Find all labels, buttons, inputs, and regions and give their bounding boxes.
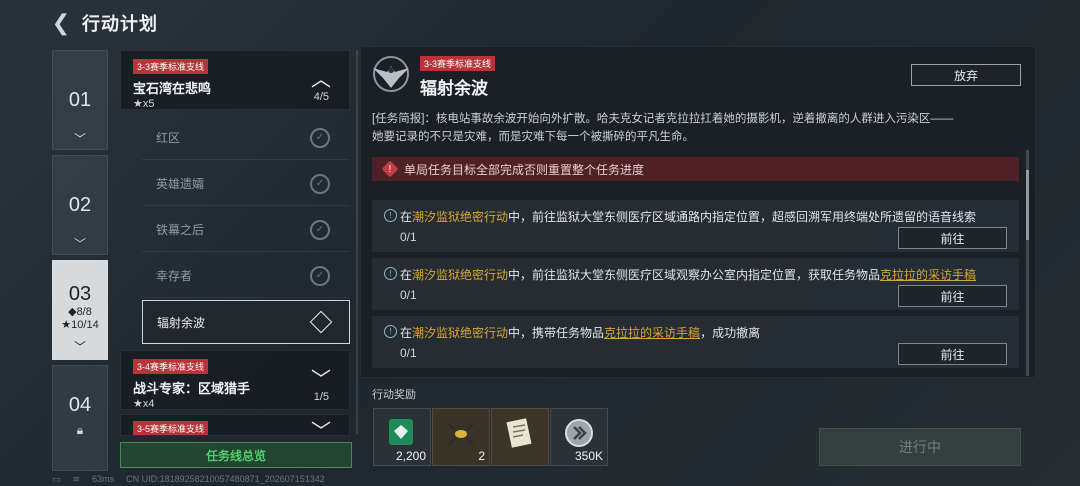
- info-icon: !: [384, 209, 397, 222]
- mission-brief: [任务简报]：核电站事故余波开始向外扩散。哈夫克女记者克拉拉扛着她的摄影机，逆着…: [372, 110, 1022, 146]
- in-progress-button: 进行中: [819, 428, 1021, 466]
- mission-tag: 3-5赛季标准支线: [133, 421, 209, 435]
- task-text: 在潮汐监狱绝密行动中，前往监狱大堂东侧医疗区域通路内指定位置，超感回溯军用终端处…: [400, 208, 976, 225]
- task-row: ! 在潮汐监狱绝密行动中，前往监狱大堂东侧医疗区域通路内指定位置，超感回溯军用终…: [372, 200, 1019, 252]
- reward-slot[interactable]: 2: [432, 408, 490, 466]
- reward-count: 350K: [574, 449, 603, 463]
- task-row: ! 在潮汐监狱绝密行动中，前往监狱大堂东侧医疗区域观察办公室内指定位置，获取任务…: [372, 258, 1019, 310]
- battery-icon: ▭: [52, 474, 61, 484]
- reward-slot[interactable]: 2,200: [373, 408, 431, 466]
- mission-overview-button[interactable]: 任务线总览: [120, 442, 352, 468]
- task-text-body: 中，前往监狱大堂东侧医疗区域通路内指定位置，超感回溯军用终端处所遗留的语音线索: [508, 210, 977, 224]
- task-text-suffix: ，成功撤离: [700, 326, 761, 340]
- mission-progress: 4/5: [313, 91, 329, 103]
- chevron-down-icon: ﹀: [73, 132, 86, 146]
- season-number: 03: [68, 283, 92, 305]
- season-tab-02[interactable]: 02 ﹀: [52, 155, 108, 255]
- task-text-prefix: 在: [400, 268, 413, 282]
- reward-slot[interactable]: 350K: [550, 408, 608, 466]
- season-tab-03[interactable]: 03 ◆8/8 ★10/14 ﹀: [52, 260, 108, 360]
- go-button[interactable]: 前往: [898, 343, 1007, 365]
- reward-count: 2,200: [395, 449, 426, 463]
- medal-check-icon: ✓: [310, 219, 330, 240]
- task-text-prefix: 在: [400, 210, 413, 224]
- document-icon: [504, 417, 534, 456]
- medal-check-icon: ✓: [310, 127, 330, 148]
- subtask-label: 幸存者: [156, 269, 193, 283]
- mission-tag: 3-4赛季标准支线: [133, 359, 209, 374]
- subtask-item[interactable]: 铁幕之后 ✓: [142, 208, 350, 252]
- reward-count: 2: [478, 449, 485, 463]
- chevron-down-icon: ﹀: [311, 421, 331, 436]
- status-bar: ▭ ≋ 63ms CN UID:18189258210057480871_202…: [52, 474, 325, 485]
- mission-card-3[interactable]: 3-5赛季标准支线 ﹀: [120, 414, 350, 436]
- warning-text: 单局任务目标全部完成否则重置整个任务进度: [404, 162, 645, 177]
- target-diamond-icon: [309, 310, 333, 334]
- subtask-item[interactable]: 英雄遗孀 ✓: [142, 162, 350, 206]
- mission-card-2[interactable]: 3-4赛季标准支线 战斗专家：区域猎手 ★x4 ﹀ 1/5: [120, 350, 350, 410]
- subtask-label: 英雄遗孀: [156, 177, 205, 191]
- list-scrollbar[interactable]: [356, 50, 358, 434]
- subtask-label: 辐射余波: [157, 315, 206, 330]
- task-item-link[interactable]: 克拉拉的采访手稿: [880, 268, 976, 282]
- ping-text: 63ms: [92, 474, 115, 484]
- chevron-up-icon: ︿: [311, 69, 331, 91]
- task-text-body: 中，前往监狱大堂东侧医疗区域观察办公室内指定位置，获取任务物品: [508, 268, 881, 282]
- task-text-body: 中，携带任务物品: [508, 326, 605, 340]
- task-location: 潮汐监狱绝密行动: [412, 326, 509, 340]
- page-title: 行动计划: [82, 14, 158, 34]
- season-number: 04: [68, 394, 92, 416]
- rewards-label: 行动奖励: [372, 389, 416, 401]
- go-button[interactable]: 前往: [898, 227, 1007, 249]
- subtask-item-selected[interactable]: 辐射余波: [142, 300, 350, 344]
- brief-line: 她要记录的不只是灾难，而是灾难下每一个被撕碎的平凡生命。: [372, 131, 694, 143]
- reset-warning: ! 单局任务目标全部完成否则重置整个任务进度: [372, 157, 1019, 181]
- task-row: ! 在潮汐监狱绝密行动中，携带任务物品克拉拉的采访手稿，成功撤离 0/1 前往: [372, 316, 1019, 368]
- subtask-item[interactable]: 幸存者 ✓: [142, 254, 350, 298]
- reward-slot[interactable]: [491, 408, 549, 466]
- go-button[interactable]: 前往: [898, 285, 1007, 307]
- medal-check-icon: ✓: [310, 173, 330, 194]
- detail-scrollbar-thumb[interactable]: [1026, 170, 1029, 240]
- uid-text: CN UID:18189258210057480871_202607151342: [126, 474, 325, 484]
- chevron-down-icon: ﹀: [73, 237, 86, 251]
- season-number: 01: [68, 89, 92, 111]
- mission-progress: 1/5: [313, 391, 329, 403]
- warning-icon: !: [381, 160, 399, 178]
- info-icon: !: [384, 267, 397, 280]
- task-location: 潮汐监狱绝密行动: [412, 210, 509, 224]
- task-text: 在潮汐监狱绝密行动中，前往监狱大堂东侧医疗区域观察办公室内指定位置，获取任务物品…: [400, 266, 976, 283]
- insect-icon: [445, 417, 477, 454]
- wifi-icon: ≋: [72, 474, 81, 484]
- chevron-down-icon: ﹀: [311, 369, 331, 391]
- chevron-down-icon: ﹀: [73, 340, 86, 354]
- detail-tag: 3-3赛季标准支线: [420, 56, 496, 71]
- subtask-label: 红区: [156, 131, 181, 145]
- season-number: 02: [68, 194, 92, 216]
- subtask-label: 铁幕之后: [156, 223, 205, 237]
- abandon-button[interactable]: 放弃: [911, 64, 1021, 86]
- info-icon: !: [384, 325, 397, 338]
- lock-icon: 🔒︎: [76, 423, 84, 437]
- subtask-item[interactable]: 红区 ✓: [142, 116, 350, 160]
- task-progress: 0/1: [400, 230, 417, 244]
- season-tab-01[interactable]: 01 ﹀: [52, 50, 108, 150]
- task-text-prefix: 在: [400, 326, 413, 340]
- header: ❮ 行动计划: [50, 8, 158, 38]
- mission-tag: 3-3赛季标准支线: [133, 59, 209, 74]
- season-star-stat: ★10/14: [61, 319, 99, 331]
- task-item-link[interactable]: 克拉拉的采访手稿: [604, 326, 700, 340]
- task-text: 在潮汐监狱绝密行动中，携带任务物品克拉拉的采访手稿，成功撤离: [400, 324, 760, 341]
- season-tab-04[interactable]: 04 🔒︎: [52, 365, 108, 471]
- brief-line: [任务简报]：核电站事故余波开始向外扩散。哈夫克女记者克拉拉扛着她的摄影机，逆着…: [372, 113, 954, 125]
- season-diamond-stat: ◆8/8: [68, 306, 92, 318]
- task-progress: 0/1: [400, 346, 417, 360]
- detail-title: 辐射余波: [420, 79, 488, 98]
- medal-check-icon: ✓: [310, 265, 330, 286]
- back-arrow-icon[interactable]: ❮: [50, 10, 72, 35]
- task-location: 潮汐监狱绝密行动: [412, 268, 509, 282]
- eagle-emblem-icon: [368, 54, 414, 94]
- mission-card-1[interactable]: 3-3赛季标准支线 宝石湾在悲鸣 ★x5 ︿ 4/5: [120, 50, 350, 110]
- task-progress: 0/1: [400, 288, 417, 302]
